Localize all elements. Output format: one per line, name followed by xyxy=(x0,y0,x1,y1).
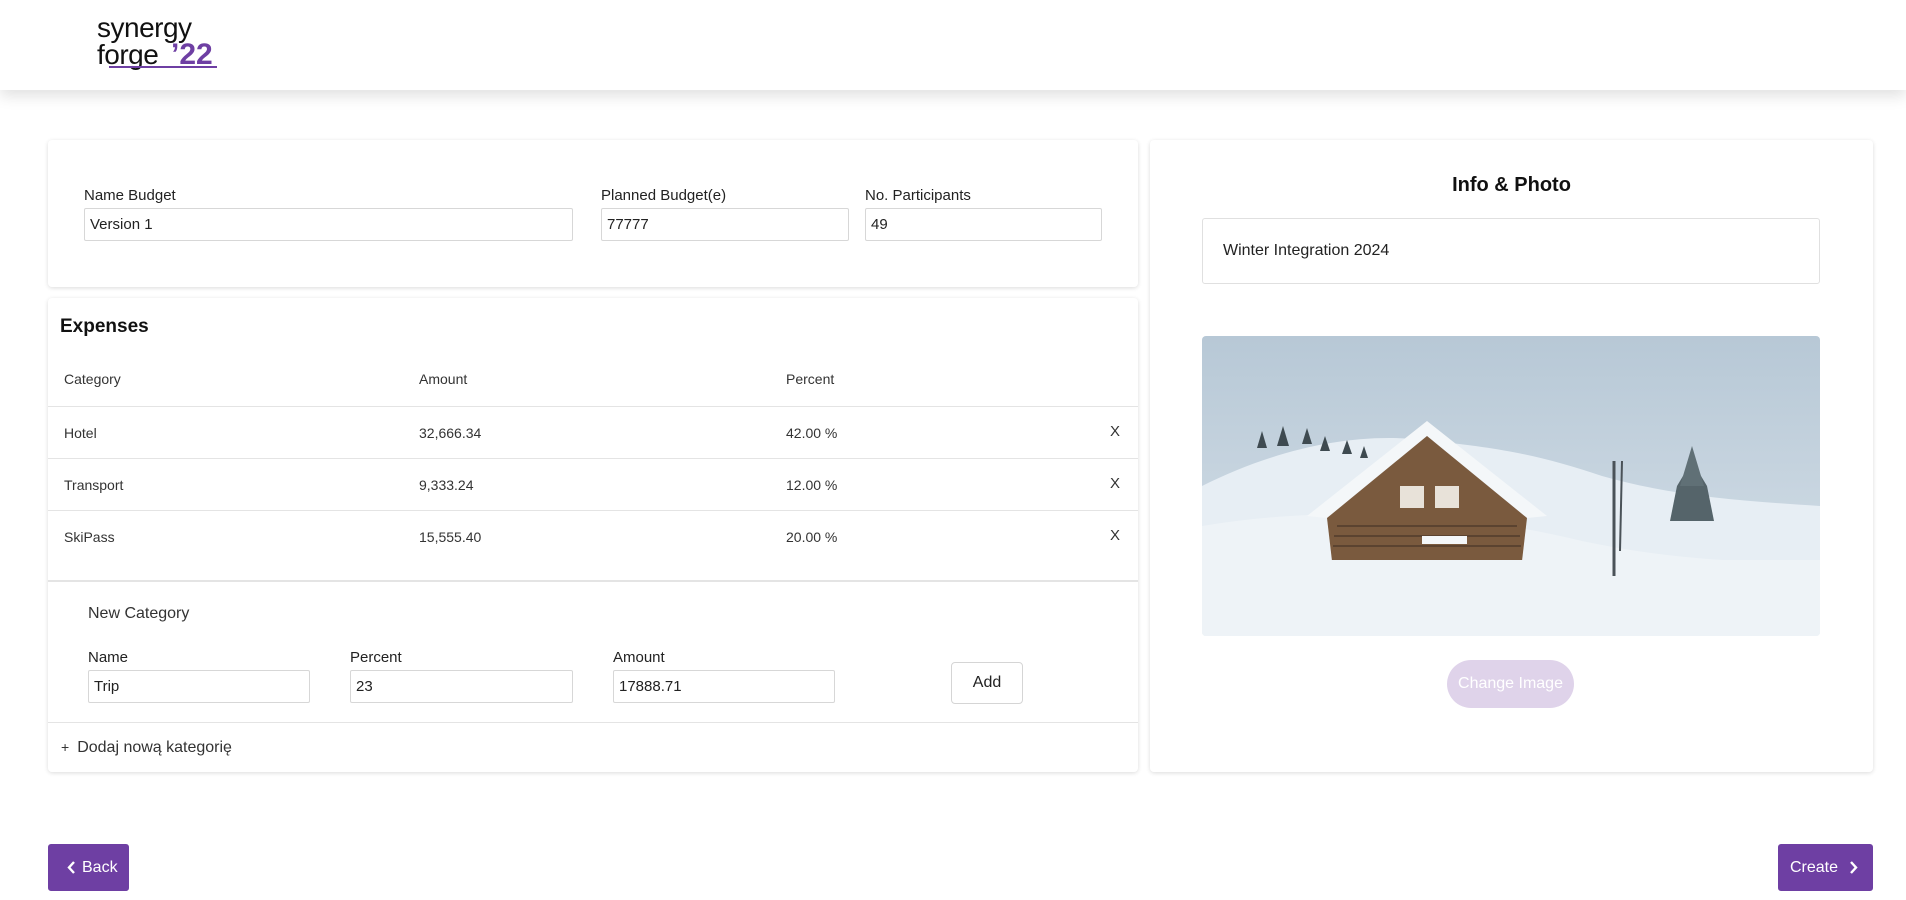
expense-percent: 42.00 % xyxy=(786,425,838,441)
info-photo-card: Info & Photo Winter Integration 2024 Cha… xyxy=(1150,140,1873,772)
name-budget-input[interactable] xyxy=(84,208,573,241)
expenses-card: Expenses Category Amount Percent Hotel 3… xyxy=(48,298,1138,772)
info-photo-title: Info & Photo xyxy=(1452,174,1571,196)
delete-expense-button[interactable]: X xyxy=(1110,423,1120,440)
expense-category: SkiPass xyxy=(64,529,115,545)
new-category-name-label: Name xyxy=(88,649,129,666)
table-divider xyxy=(48,580,1138,582)
delete-expense-button[interactable]: X xyxy=(1110,527,1120,544)
budget-card: Name Budget Planned Budget(e) No. Partic… xyxy=(48,140,1138,287)
brand-logo[interactable]: synergy forge ’22 xyxy=(95,12,220,71)
new-category-percent-label: Percent xyxy=(350,649,402,666)
participants-input[interactable] xyxy=(865,208,1102,241)
add-new-category-link[interactable]: + Dodaj nową kategorię xyxy=(61,739,232,757)
planned-budget-label: Planned Budget(e) xyxy=(601,187,727,204)
add-new-category-label: Dodaj nową kategorię xyxy=(77,739,232,756)
expense-percent: 12.00 % xyxy=(786,477,838,493)
expense-row-skipass: SkiPass 15,555.40 20.00 % X xyxy=(48,510,1138,562)
event-photo xyxy=(1202,336,1820,636)
expense-category: Transport xyxy=(64,477,124,493)
planned-budget-input[interactable] xyxy=(601,208,849,241)
new-category-name-input[interactable] xyxy=(88,670,310,703)
winter-cabin-photo xyxy=(1202,336,1820,636)
expense-percent: 20.00 % xyxy=(786,529,838,545)
header: synergy forge ’22 xyxy=(0,0,1906,90)
chevron-left-icon xyxy=(67,861,75,874)
change-image-button[interactable]: Change Image xyxy=(1447,660,1574,708)
create-label: Create xyxy=(1790,859,1839,876)
new-category-percent-input[interactable] xyxy=(350,670,573,703)
create-button[interactable]: Create xyxy=(1778,844,1873,891)
expense-amount: 9,333.24 xyxy=(419,477,474,493)
svg-text:’22: ’22 xyxy=(171,38,213,70)
expense-amount: 15,555.40 xyxy=(419,529,482,545)
new-category-amount-input[interactable] xyxy=(613,670,835,703)
column-header-category: Category xyxy=(64,371,121,387)
svg-text:forge: forge xyxy=(97,39,158,70)
plus-icon: + xyxy=(61,739,70,755)
participants-label: No. Participants xyxy=(865,187,971,204)
back-label: Back xyxy=(82,859,118,876)
new-category-amount-label: Amount xyxy=(613,649,665,666)
expense-category: Hotel xyxy=(64,425,97,441)
back-button[interactable]: Back xyxy=(48,844,129,891)
logo-graphic: synergy forge ’22 xyxy=(97,12,217,71)
name-budget-label: Name Budget xyxy=(84,187,176,204)
expenses-title: Expenses xyxy=(60,316,149,337)
column-header-percent: Percent xyxy=(786,371,835,387)
delete-expense-button[interactable]: X xyxy=(1110,475,1120,492)
expense-row-transport: Transport 9,333.24 12.00 % X xyxy=(48,458,1138,510)
new-category-title: New Category xyxy=(88,605,190,622)
expense-row-hotel: Hotel 32,666.34 42.00 % X xyxy=(48,406,1138,458)
expense-amount: 32,666.34 xyxy=(419,425,482,441)
chevron-right-icon xyxy=(1850,861,1858,874)
column-header-amount: Amount xyxy=(419,371,468,387)
section-divider xyxy=(48,722,1138,723)
event-description-field[interactable]: Winter Integration 2024 xyxy=(1202,218,1820,284)
add-category-button[interactable]: Add xyxy=(951,662,1023,704)
